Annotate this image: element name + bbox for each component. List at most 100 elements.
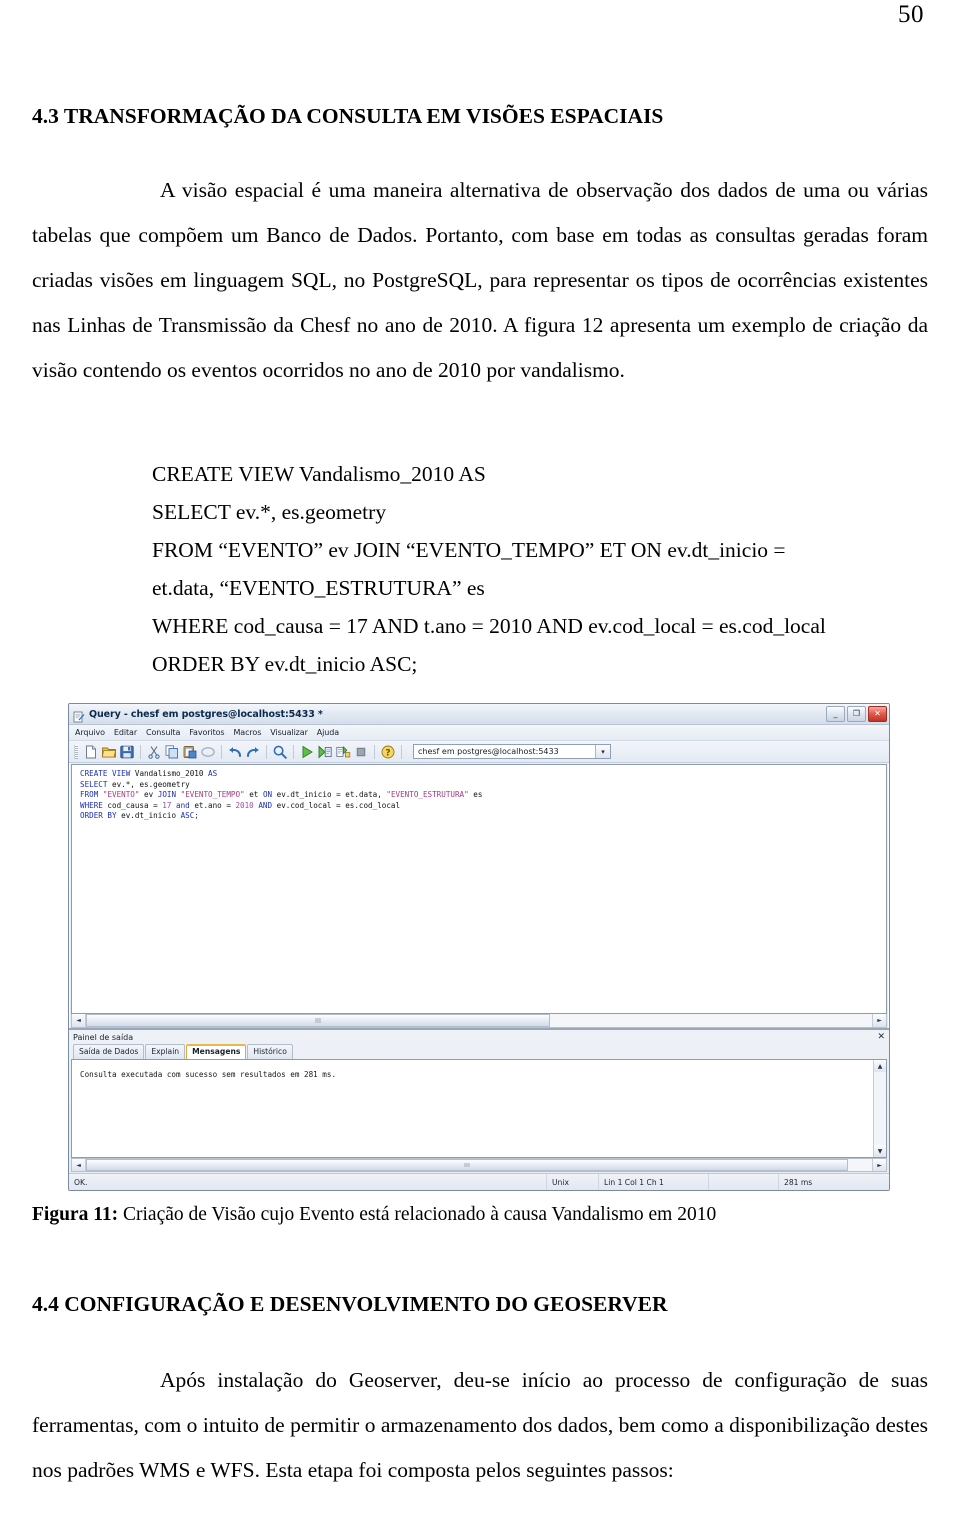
menu-item-macros[interactable]: Macros xyxy=(234,728,262,737)
scroll-up-icon[interactable]: ▲ xyxy=(874,1060,886,1072)
sql-listing: CREATE VIEW Vandalismo_2010 AS SELECT ev… xyxy=(152,455,952,683)
sql-kw-as: AS xyxy=(208,769,218,778)
tab-historico[interactable]: Histórico xyxy=(247,1044,293,1059)
section-heading-4-3: 4.3 TRANSFORMAÇÃO DA CONSULTA EM VISÕES … xyxy=(32,104,664,128)
status-bar: OK. Unix Lin 1 Col 1 Ch 1 281 ms xyxy=(69,1173,889,1190)
copy-icon[interactable] xyxy=(164,744,180,760)
sql-where-et-ano: et.ano = xyxy=(194,800,236,810)
window-titlebar[interactable]: Query - chesf em postgres@localhost:5433… xyxy=(69,704,889,725)
sql-where-cod-local: ev.cod_local = es.cod_local xyxy=(276,800,401,810)
document-page: 50 4.3 TRANSFORMAÇÃO DA CONSULTA EM VISÕ… xyxy=(0,0,960,1527)
toolbar-separator-3 xyxy=(266,744,267,759)
sql-editor-content: CREATE VIEW Vandalismo_2010 AS SELECT ev… xyxy=(72,765,886,822)
messages-scroll-left-icon[interactable]: ◄ xyxy=(72,1159,86,1171)
toolbar-separator-6 xyxy=(401,744,402,759)
sql-line-6: ORDER BY ev.dt_inicio ASC; xyxy=(152,652,418,676)
sql-join-condition: ev.dt_inicio = et.data, xyxy=(272,790,387,800)
find-magnifier-icon[interactable] xyxy=(272,744,288,760)
execute-play-icon[interactable] xyxy=(299,744,315,760)
sql-kw-and-1: and xyxy=(171,800,195,810)
close-button[interactable]: ✕ xyxy=(868,706,887,722)
paste-icon[interactable] xyxy=(182,744,198,760)
menu-item-ajuda[interactable]: Ajuda xyxy=(317,728,339,737)
cut-scissors-icon[interactable] xyxy=(146,744,162,760)
svg-text:?: ? xyxy=(385,748,390,758)
scroll-down-icon[interactable]: ▼ xyxy=(874,1145,886,1157)
chevron-down-icon[interactable]: ▾ xyxy=(595,745,610,758)
sql-num-2010: 2010 xyxy=(235,800,254,810)
stop-square-icon[interactable] xyxy=(353,744,369,760)
connection-select[interactable]: chesf em postgres@localhost:5433 ▾ xyxy=(413,744,611,759)
toolbar-separator-2 xyxy=(221,744,222,759)
status-message: OK. xyxy=(69,1174,547,1190)
tab-explain[interactable]: Explain xyxy=(145,1044,186,1059)
menu-item-editar[interactable]: Editar xyxy=(114,728,137,737)
editor-scroll-track[interactable] xyxy=(86,1014,872,1027)
sql-where-cod-causa: cod_causa = xyxy=(102,800,163,810)
window-controls: _ ❐ ✕ xyxy=(826,706,887,722)
new-file-icon[interactable] xyxy=(83,744,99,760)
minimize-icon: _ xyxy=(833,709,838,718)
undo-icon[interactable] xyxy=(227,744,243,760)
output-panel: Painel de saída ✕ Saída de Dados Explain… xyxy=(69,1028,889,1173)
menu-item-favoritos[interactable]: Favoritos xyxy=(189,728,224,737)
messages-scroll-right-icon[interactable]: ► xyxy=(872,1159,886,1171)
explain-analyze-icon[interactable] xyxy=(335,744,351,760)
sql-editor[interactable]: CREATE VIEW Vandalismo_2010 AS SELECT ev… xyxy=(71,764,887,1014)
open-folder-icon[interactable] xyxy=(101,744,117,760)
messages-scroll-track[interactable] xyxy=(86,1159,872,1171)
editor-scroll-thumb[interactable] xyxy=(86,1014,550,1027)
status-duration: 281 ms xyxy=(784,1177,813,1187)
sql-kw-from: FROM xyxy=(80,790,99,800)
save-disk-icon[interactable] xyxy=(119,744,135,760)
scroll-left-icon[interactable]: ◄ xyxy=(72,1014,86,1027)
messages-horizontal-scrollbar[interactable]: ◄ ► xyxy=(71,1158,887,1172)
sql-line-4: et.data, “EVENTO_ESTRUTURA” es xyxy=(152,576,485,600)
messages-area[interactable]: Consulta executada com sucesso sem resul… xyxy=(71,1059,887,1158)
toolbar-grip[interactable] xyxy=(74,744,78,759)
figure-caption: Figura 11: Criação de Visão cujo Evento … xyxy=(32,1202,932,1227)
scroll-right-icon[interactable]: ► xyxy=(872,1014,886,1027)
toolbar: ? chesf em postgres@localhost:5433 ▾ xyxy=(69,741,889,763)
sql-line-1: CREATE VIEW Vandalismo_2010 AS xyxy=(152,462,486,486)
menu-item-visualizar[interactable]: Visualizar xyxy=(270,728,308,737)
redo-icon[interactable] xyxy=(245,744,261,760)
tab-saida-de-dados[interactable]: Saída de Dados xyxy=(73,1044,145,1059)
help-question-icon[interactable]: ? xyxy=(380,744,396,760)
sql-line-3: FROM “EVENTO” ev JOIN “EVENTO_TEMPO” ET … xyxy=(152,538,786,562)
sql-table-evento-estrutura: "EVENTO_ESTRUTURA" xyxy=(386,790,469,800)
tab-mensagens[interactable]: Mensagens xyxy=(186,1044,247,1059)
messages-scroll-thumb[interactable] xyxy=(86,1159,849,1171)
maximize-icon: ❐ xyxy=(852,709,861,718)
sql-alias-es: es xyxy=(468,790,483,800)
sql-alias-ev: ev xyxy=(139,790,158,800)
maximize-button[interactable]: ❐ xyxy=(847,706,866,722)
minimize-button[interactable]: _ xyxy=(826,706,845,722)
menu-item-arquivo[interactable]: Arquivo xyxy=(75,728,105,737)
messages-vertical-scrollbar[interactable]: ▲ ▼ xyxy=(873,1060,886,1157)
output-panel-header: Painel de saída ✕ xyxy=(69,1030,889,1044)
execute-to-file-icon[interactable] xyxy=(317,744,333,760)
output-panel-close-icon[interactable]: ✕ xyxy=(877,1032,885,1042)
pgadmin-query-window: Query - chesf em postgres@localhost:5433… xyxy=(68,703,890,1191)
editor-horizontal-scrollbar[interactable]: ◄ ► xyxy=(71,1014,887,1028)
output-panel-tabs: Saída de Dados Explain Mensagens Históri… xyxy=(69,1044,889,1059)
status-line-ending: Unix xyxy=(547,1174,599,1190)
sql-kw-select: SELECT xyxy=(80,779,108,789)
clear-ellipse-icon[interactable] xyxy=(200,744,216,760)
figure-caption-text: Criação de Visão cujo Evento está relaci… xyxy=(118,1204,717,1225)
status-spacer xyxy=(709,1174,779,1190)
sql-table-evento-tempo: "EVENTO_TEMPO" xyxy=(180,790,245,800)
sql-kw-where: WHERE xyxy=(80,800,103,810)
paragraph-intro-visao-espacial: A visão espacial é uma maneira alternati… xyxy=(32,178,928,382)
sql-kw-asc: ASC; xyxy=(180,811,199,821)
query-document-icon xyxy=(73,708,85,723)
sql-view-name: Vandalismo_2010 xyxy=(130,769,209,778)
menu-item-consulta[interactable]: Consulta xyxy=(146,728,180,737)
window-title: Query - chesf em postgres@localhost:5433… xyxy=(89,708,323,720)
paragraph-geoserver: Após instalação do Geoserver, deu-se iní… xyxy=(32,1368,928,1482)
sql-table-evento: "EVENTO" xyxy=(102,790,140,800)
message-text: Consulta executada com sucesso sem resul… xyxy=(80,1070,337,1079)
toolbar-separator-4 xyxy=(293,744,294,759)
menu-bar: Arquivo Editar Consulta Favoritos Macros… xyxy=(69,725,889,741)
